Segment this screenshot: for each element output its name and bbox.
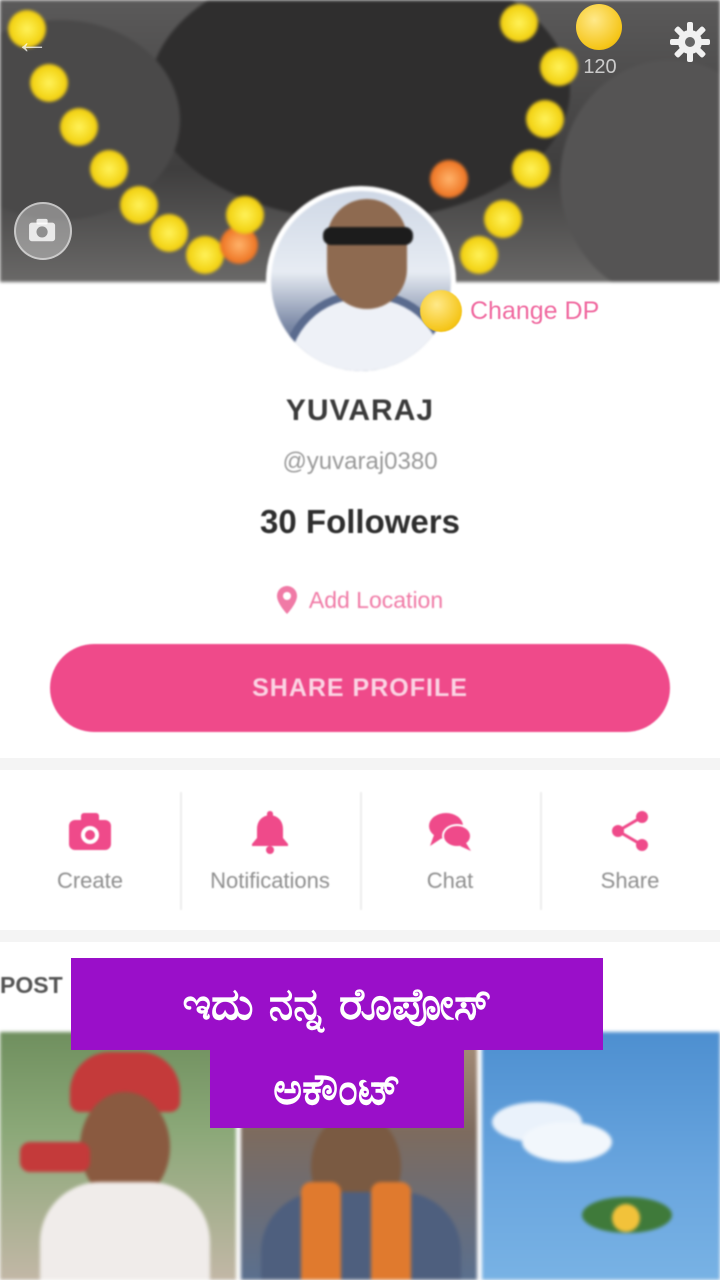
emoji-coin-icon[interactable] xyxy=(576,4,622,50)
action-label: Share xyxy=(600,868,660,893)
camera-icon xyxy=(69,813,111,850)
location-pin-icon xyxy=(276,586,297,614)
divider xyxy=(0,930,720,942)
bell-icon xyxy=(252,811,288,854)
grin-emoji-icon xyxy=(420,290,462,332)
change-dp-label: Change DP xyxy=(470,296,600,325)
divider xyxy=(0,758,720,770)
action-label: Create xyxy=(56,868,124,893)
share-button[interactable]: Share xyxy=(540,776,720,926)
add-location-button[interactable]: Add Location xyxy=(0,586,720,614)
chat-button[interactable]: Chat xyxy=(360,776,540,926)
action-label: Chat xyxy=(426,868,474,893)
followers-count[interactable]: 30 Followers xyxy=(0,503,720,541)
action-bar: Create Notifications Chat Share xyxy=(0,776,720,926)
caption-text-line1: ಇದು ನನ್ನ ರೊಪೋಸ್ xyxy=(182,978,492,1030)
share-profile-button[interactable]: SHARE PROFILE xyxy=(50,644,670,732)
add-location-label: Add Location xyxy=(308,586,444,613)
create-button[interactable]: Create xyxy=(0,776,180,926)
overlay-caption-line1: ಇದು ನನ್ನ ರೊಪೋಸ್ xyxy=(71,958,603,1050)
share-icon xyxy=(612,811,648,851)
chat-icon xyxy=(429,813,472,851)
avatar[interactable] xyxy=(266,186,456,376)
coin-count: 120 xyxy=(583,56,617,78)
change-dp-button[interactable]: Change DP xyxy=(420,288,599,334)
post-thumbnail[interactable] xyxy=(482,1032,720,1280)
notifications-button[interactable]: Notifications xyxy=(180,776,360,926)
action-label: Notifications xyxy=(210,868,330,893)
profile-handle: @yuvaraj0380 xyxy=(282,448,438,475)
post-thumbnail[interactable] xyxy=(0,1032,236,1280)
share-profile-label: SHARE PROFILE xyxy=(252,673,468,702)
profile-name: YUVARAJ xyxy=(285,394,435,427)
arrow-left-icon[interactable]: ← xyxy=(10,22,54,62)
posts-section-label: POST xyxy=(0,972,63,998)
gear-icon[interactable] xyxy=(666,18,714,66)
caption-text-line2: ಅಕೌಂಟ್ xyxy=(273,1063,401,1115)
overlay-caption-line2: ಅಕೌಂಟ್ xyxy=(210,1050,464,1128)
camera-icon[interactable] xyxy=(14,202,72,260)
